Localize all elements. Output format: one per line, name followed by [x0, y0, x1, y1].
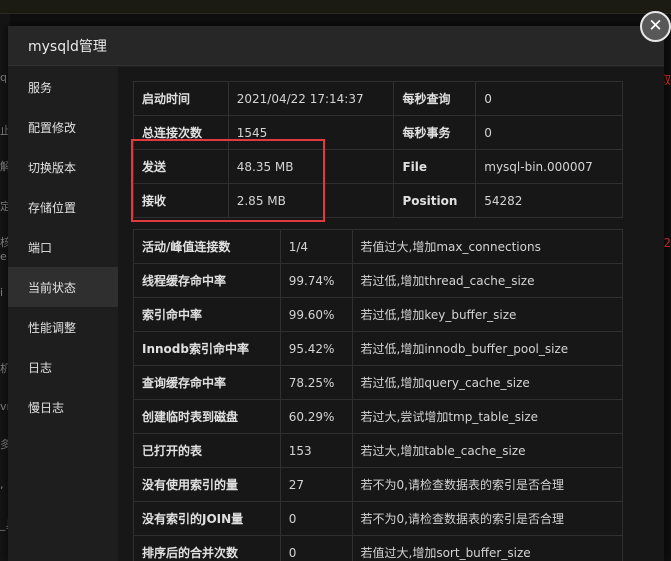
table-row: 接收 2.85 MB Position 54282	[133, 183, 623, 218]
sidebar-item-slow-log[interactable]: 慢日志	[8, 387, 118, 427]
metric-name: Innodb索引命中率	[133, 331, 281, 366]
metric-tip: 若过低,增加innodb_buffer_pool_size	[351, 331, 624, 366]
metric-tip: 若不为0,请检查数据表的索引是否合理	[351, 501, 624, 536]
status-value: 2021/04/22 17:14:37	[227, 81, 395, 116]
background-text: i	[0, 286, 4, 299]
status-key: File	[393, 149, 477, 184]
sidebar-item-config[interactable]: 配置修改	[8, 107, 118, 147]
metric-name: 已打开的表	[133, 433, 281, 468]
metric-tip: 若过低,增加query_cache_size	[351, 365, 624, 400]
sidebar-item-version[interactable]: 切换版本	[8, 147, 118, 187]
status-key: 启动时间	[133, 81, 229, 116]
metric-tip: 若不为0,请检查数据表的索引是否合理	[351, 467, 624, 502]
metric-name: 创建临时表到磁盘	[133, 399, 281, 434]
metric-name: 线程缓存命中率	[133, 263, 281, 298]
metric-name: 查询缓存命中率	[133, 365, 281, 400]
sidebar-item-label: 端口	[28, 240, 53, 255]
sidebar-item-label: 配置修改	[28, 120, 77, 135]
table-row: Innodb索引命中率 95.42% 若过低,增加innodb_buffer_poo…	[133, 331, 624, 366]
metric-name: 没有使用索引的量	[133, 467, 281, 502]
table-row: 排序后的合并次数 0 若值过大,增加sort_buffer_size	[133, 535, 624, 561]
metric-value: 0	[279, 535, 353, 561]
status-value: 1545	[227, 115, 395, 150]
metric-value: 153	[279, 433, 353, 468]
sidebar-item-current-status[interactable]: 当前状态	[8, 267, 118, 307]
metric-name: 没有索引的JOIN量	[133, 501, 281, 536]
dialog-title: mysqld管理	[28, 38, 107, 55]
sidebar-item-label: 慢日志	[28, 400, 65, 415]
sidebar-item-label: 当前状态	[28, 280, 77, 295]
table-row: 活动/峰值连接数 1/4 若值过大,增加max_connections	[133, 229, 624, 264]
background-top-bar	[0, 0, 671, 14]
table-row: 发送 48.35 MB File mysql-bin.000007	[133, 149, 623, 184]
status-key: 发送	[133, 149, 229, 184]
metric-tip: 若值过大,增加max_connections	[351, 229, 624, 264]
metric-value: 95.42%	[279, 331, 353, 366]
metric-tip: 若过大,尝试增加tmp_table_size	[351, 399, 624, 434]
metric-value: 27	[279, 467, 353, 502]
table-row: 线程缓存命中率 99.74% 若过低,增加thread_cache_size	[133, 263, 624, 298]
status-table: 启动时间 2021/04/22 17:14:37 每秒查询 0 总连接次数 15…	[133, 81, 623, 218]
table-row: 启动时间 2021/04/22 17:14:37 每秒查询 0	[133, 81, 623, 116]
sidebar: 服务 配置修改 切换版本 存储位置 端口 当前状态 性能调整 日志 慢日志	[8, 67, 118, 561]
close-icon: ✕	[648, 16, 663, 36]
sidebar-item-performance[interactable]: 性能调整	[8, 307, 118, 347]
status-key: 接收	[133, 183, 229, 218]
background-text: e	[0, 250, 7, 263]
status-value: mysql-bin.000007	[475, 149, 623, 184]
performance-table: 活动/峰值连接数 1/4 若值过大,增加max_connections 线程缓存命中…	[133, 229, 624, 561]
sidebar-item-storage[interactable]: 存储位置	[8, 187, 118, 227]
metric-value: 1/4	[279, 229, 353, 264]
metric-value: 0	[279, 501, 353, 536]
status-key: 每秒查询	[393, 81, 477, 116]
sidebar-item-label: 性能调整	[28, 320, 77, 335]
metric-tip: 若过低,增加key_buffer_size	[351, 297, 624, 332]
metric-name: 活动/峰值连接数	[133, 229, 281, 264]
table-row: 总连接次数 1545 每秒事务 0	[133, 115, 623, 150]
metric-name: 索引命中率	[133, 297, 281, 332]
sidebar-item-label: 切换版本	[28, 160, 77, 175]
table-row: 没有使用索引的量 27 若不为0,请检查数据表的索引是否合理	[133, 467, 624, 502]
sidebar-item-label: 服务	[28, 80, 53, 95]
metric-tip: 若值过大,增加sort_buffer_size	[351, 535, 624, 561]
metric-tip: 若过大,增加table_cache_size	[351, 433, 624, 468]
sidebar-item-service[interactable]: 服务	[8, 67, 118, 107]
metric-value: 60.29%	[279, 399, 353, 434]
status-value: 54282	[475, 183, 623, 218]
status-value: 0	[475, 81, 623, 116]
status-value: 0	[475, 115, 623, 150]
metric-tip: 若过低,增加thread_cache_size	[351, 263, 624, 298]
metric-value: 78.25%	[279, 365, 353, 400]
sidebar-item-log[interactable]: 日志	[8, 347, 118, 387]
metric-name: 排序后的合并次数	[133, 535, 281, 561]
table-row: 创建临时表到磁盘 60.29% 若过大,尝试增加tmp_table_size	[133, 399, 624, 434]
status-panel: 启动时间 2021/04/22 17:14:37 每秒查询 0 总连接次数 15…	[118, 67, 664, 561]
status-key: Position	[393, 183, 477, 218]
metric-value: 99.74%	[279, 263, 353, 298]
table-row: 索引命中率 99.60% 若过低,增加key_buffer_size	[133, 297, 624, 332]
table-row: 查询缓存命中率 78.25% 若过低,增加query_cache_size	[133, 365, 624, 400]
sidebar-item-label: 存储位置	[28, 200, 77, 215]
status-key: 每秒事务	[393, 115, 477, 150]
status-key: 总连接次数	[133, 115, 229, 150]
sidebar-item-label: 日志	[28, 360, 53, 375]
metric-value: 99.60%	[279, 297, 353, 332]
status-value: 2.85 MB	[227, 183, 395, 218]
dialog-header: mysqld管理	[8, 26, 664, 66]
close-button[interactable]: ✕	[640, 11, 671, 42]
table-row: 已打开的表 153 若过大,增加table_cache_size	[133, 433, 624, 468]
background-text: ,	[0, 478, 4, 491]
table-row: 没有索引的JOIN量 0 若不为0,请检查数据表的索引是否合理	[133, 501, 624, 536]
sidebar-item-port[interactable]: 端口	[8, 227, 118, 267]
status-value: 48.35 MB	[227, 149, 395, 184]
